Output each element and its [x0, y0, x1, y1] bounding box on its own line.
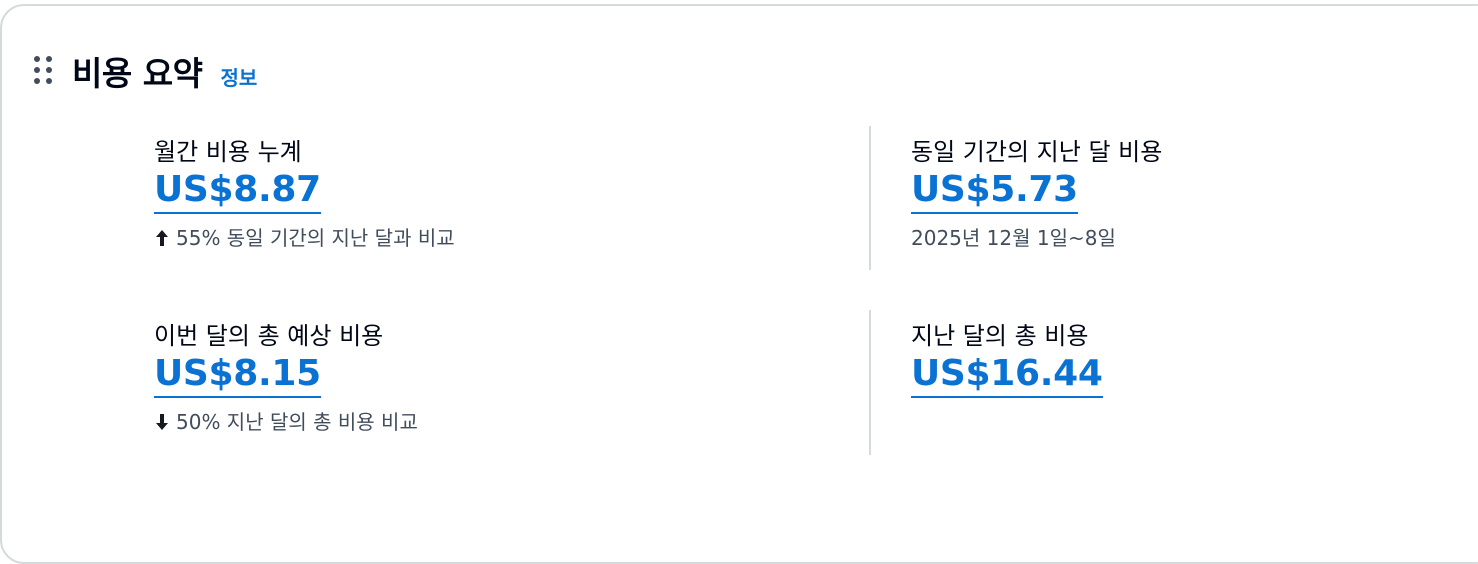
- metric-comparison: 50% 지난 달의 총 비용 비교: [154, 408, 754, 436]
- metric-comparison-text: 50% 지난 달의 총 비용 비교: [176, 410, 418, 434]
- metric-comparison-text: 55% 동일 기간의 지난 달과 비교: [176, 226, 455, 250]
- metric-label: 지난 달의 총 비용: [911, 322, 1089, 350]
- metric-value-link[interactable]: US$16.44: [911, 352, 1103, 398]
- metric-label: 동일 기간의 지난 달 비용: [911, 138, 1163, 166]
- metric-last-month-total: 지난 달의 총 비용 US$16.44: [911, 320, 1478, 398]
- metric-label: 이번 달의 총 예상 비용: [154, 322, 384, 350]
- card-title: 비용 요약: [72, 54, 203, 93]
- metric-forecast-total: 이번 달의 총 예상 비용 US$8.15 50% 지난 달의 총 비용 비교: [154, 320, 754, 436]
- metric-value-link[interactable]: US$8.87: [154, 168, 321, 214]
- metric-date-range-text: 2025년 12월 1일~8일: [911, 226, 1116, 250]
- arrow-down-icon: [156, 414, 168, 430]
- column-divider: [869, 126, 871, 270]
- metric-month-to-date: 월간 비용 누계 US$8.87 55% 동일 기간의 지난 달과 비교: [154, 136, 754, 252]
- metric-label: 월간 비용 누계: [154, 138, 302, 166]
- info-link[interactable]: 정보: [220, 62, 257, 91]
- metric-last-month-same-period: 동일 기간의 지난 달 비용 US$5.73 2025년 12월 1일~8일: [911, 136, 1478, 252]
- metric-value-link[interactable]: US$5.73: [911, 168, 1078, 214]
- metric-date-range: 2025년 12월 1일~8일: [911, 224, 1478, 252]
- drag-handle-icon[interactable]: [34, 56, 54, 86]
- column-divider: [869, 310, 871, 455]
- metric-value-link[interactable]: US$8.15: [154, 352, 321, 398]
- metric-comparison: 55% 동일 기간의 지난 달과 비교: [154, 224, 754, 252]
- arrow-up-icon: [156, 230, 168, 246]
- card-header: 비용 요약 정보: [34, 46, 257, 96]
- cost-summary-card: 비용 요약 정보 월간 비용 누계 US$8.87 55% 동일 기간의 지난 …: [0, 4, 1478, 564]
